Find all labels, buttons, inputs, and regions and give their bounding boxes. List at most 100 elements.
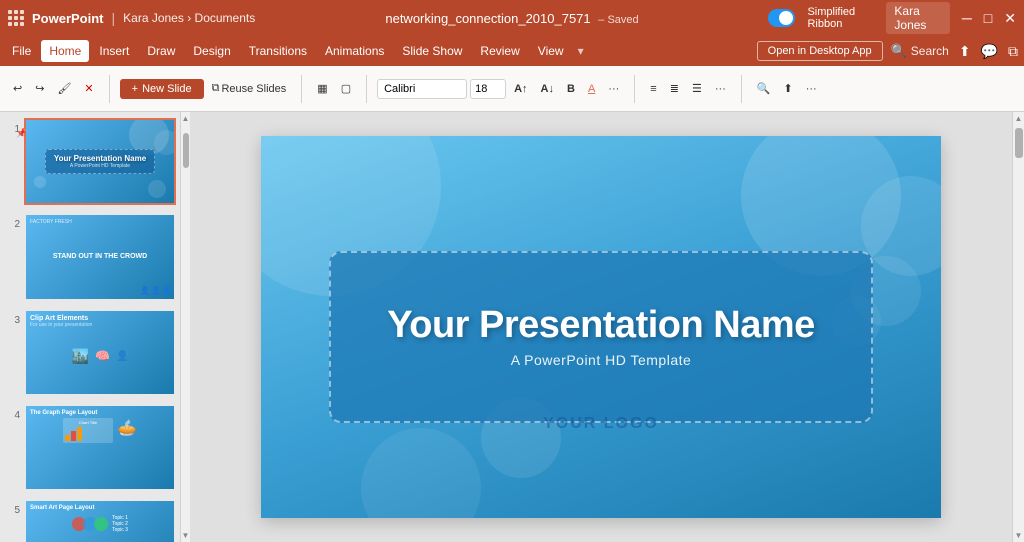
menu-item-file[interactable]: File [4, 40, 39, 62]
slide-5-title: Smart Art Page Layout [30, 505, 94, 511]
bold-button[interactable]: B [562, 80, 580, 98]
redo-button[interactable]: ↪ [30, 79, 49, 98]
main-scroll-down-arrow[interactable]: ▼ [1015, 531, 1023, 540]
comment-icon[interactable]: 💬 [979, 41, 1000, 62]
format-painter-button[interactable]: 🖌 [52, 79, 76, 98]
menu-item-review[interactable]: Review [472, 40, 527, 62]
menu-item-insert[interactable]: Insert [91, 40, 137, 62]
slide-4-bar-chart [65, 427, 111, 441]
slide-2-preview: FACTORY FRESH STAND OUT IN THE CROWD 👤👤👤 [26, 215, 174, 298]
search-icon: 🔍 [891, 43, 907, 59]
slide-1-container: 1 📌 Your Presentation Name A PowerPoint … [6, 118, 176, 205]
menu-item-slideshow[interactable]: Slide Show [394, 40, 470, 62]
present-icon[interactable]: ⧉ [1006, 41, 1020, 62]
ribbon-separator-2 [301, 75, 302, 103]
more-font-button[interactable]: ··· [603, 80, 624, 98]
maximize-button[interactable]: □ [984, 10, 992, 26]
slide-4-container: 4 The Graph Page Layout Chart Title [6, 404, 176, 491]
slide-2-number: 2 [6, 213, 20, 230]
main-scrollbar[interactable]: ▲ ▼ [1012, 112, 1024, 542]
title-bar-left: PowerPoint | Kara Jones › Documents [8, 10, 256, 26]
slide-1-thumb[interactable]: 📌 Your Presentation Name A PowerPoint HD… [24, 118, 176, 205]
align-button[interactable]: ☰ [687, 79, 707, 98]
font-name-input[interactable] [377, 79, 467, 99]
slide-2-thumb[interactable]: FACTORY FRESH STAND OUT IN THE CROWD 👤👤👤 [24, 213, 176, 300]
bar-1 [65, 435, 70, 441]
main-slide-subtitle: A PowerPoint HD Template [511, 352, 692, 368]
more-list-button[interactable]: ··· [710, 80, 731, 98]
layout-icon-2[interactable]: ▢ [336, 79, 356, 98]
slide-3-icons: 🏙️ 🧠 👤 [72, 348, 129, 365]
simplified-ribbon-label: Simplified Ribbon [807, 6, 874, 30]
minimize-button[interactable]: ─ [962, 10, 972, 26]
slide-background: Your Presentation Name A PowerPoint HD T… [261, 136, 941, 519]
slide-3-number: 3 [6, 309, 20, 326]
breadcrumb[interactable]: Kara Jones › Documents [123, 11, 255, 25]
scroll-track [181, 123, 190, 531]
new-slide-icon: + [132, 83, 138, 95]
highlight-button[interactable]: A [583, 80, 600, 98]
slide-title-banner: Your Presentation Name A PowerPoint HD T… [329, 251, 873, 423]
open-desktop-button[interactable]: Open in Desktop App [757, 41, 883, 61]
circle-deco-3 [148, 180, 166, 198]
menu-bar-icons: ⬆ 💬 ⧉ [957, 41, 1020, 62]
slide-3-preview: Clip Art Elements For use in your presen… [26, 311, 174, 394]
simplified-ribbon-toggle[interactable] [768, 9, 795, 27]
search-button[interactable]: 🔍 [752, 79, 776, 98]
ribbon-separator-5 [741, 75, 742, 103]
font-size-input[interactable] [470, 79, 506, 99]
menu-item-view[interactable]: View [530, 40, 572, 62]
insert-icon-button[interactable]: ⬆ [779, 79, 798, 98]
ribbon-font-group: A↑ A↓ B A ··· [377, 79, 624, 99]
menu-item-animations[interactable]: Animations [317, 40, 392, 62]
numbered-list-button[interactable]: ≣ [665, 79, 684, 98]
slide-1-preview: Your Presentation Name A PowerPoint HD T… [26, 120, 174, 203]
ribbon-undo-group: ↩ ↪ 🖌 ✕ [8, 79, 99, 98]
layout-icon-1[interactable]: ▦ [312, 79, 332, 98]
font-increase-button[interactable]: A↑ [509, 80, 532, 98]
new-slide-button[interactable]: + New Slide [120, 79, 204, 99]
title-bar-right: Simplified Ribbon Kara Jones ─ □ ✕ [768, 2, 1016, 34]
slide-4-number: 4 [6, 404, 20, 421]
menu-item-transitions[interactable]: Transitions [241, 40, 315, 62]
slide-canvas[interactable]: Your Presentation Name A PowerPoint HD T… [261, 136, 941, 519]
font-decrease-button[interactable]: A↓ [536, 80, 559, 98]
reuse-slides-button[interactable]: ⧉ Reuse Slides [207, 79, 292, 98]
app-grid-icon[interactable] [8, 10, 24, 26]
scroll-down-arrow[interactable]: ▼ [182, 531, 190, 540]
menu-item-draw[interactable]: Draw [139, 40, 183, 62]
slide-panel-scrollbar[interactable]: ▲ ▼ [180, 112, 190, 542]
bullet-list-button[interactable]: ≡ [645, 80, 661, 98]
slide-4-content: Chart Title 🥧 [63, 418, 137, 443]
undo-button[interactable]: ↩ [8, 79, 27, 98]
bar-3 [77, 427, 82, 441]
slide-4-preview: The Graph Page Layout Chart Title 🥧 [26, 406, 174, 489]
slide-5-content: Topic 1Topic 2Topic 3 [72, 515, 128, 533]
search-label[interactable]: Search [911, 44, 949, 58]
slide-4-pie: 🥧 [117, 418, 137, 443]
slide-5-preview: Smart Art Page Layout Topic 1Topic 2Topi… [26, 501, 174, 542]
main-scroll-up-arrow[interactable]: ▲ [1015, 114, 1023, 123]
slide-5-text: Topic 1Topic 2Topic 3 [112, 515, 128, 533]
slide-panel-wrapper: 1 📌 Your Presentation Name A PowerPoint … [0, 112, 190, 542]
slide-3-thumb[interactable]: Clip Art Elements For use in your presen… [24, 309, 176, 396]
close-button[interactable]: ✕ [1004, 10, 1016, 27]
share-icon[interactable]: ⬆ [957, 41, 973, 62]
main-slide-title: Your Presentation Name [387, 305, 815, 347]
user-name[interactable]: Kara Jones [886, 2, 949, 34]
scroll-up-arrow[interactable]: ▲ [182, 114, 190, 123]
menu-item-home[interactable]: Home [41, 40, 89, 62]
slide-panel: 1 📌 Your Presentation Name A PowerPoint … [0, 112, 180, 542]
ribbon-search-group: 🔍 ⬆ ··· [752, 79, 822, 98]
more-ribbon-button[interactable]: ··· [801, 80, 822, 98]
more-menu-icon[interactable]: ▾ [574, 44, 588, 58]
slide-1-thumb-subtitle: A PowerPoint HD Template [54, 163, 146, 169]
slide-5-thumb[interactable]: Smart Art Page Layout Topic 1Topic 2Topi… [24, 499, 176, 542]
logo-text: YOUR LOGO [543, 415, 659, 432]
delete-button[interactable]: ✕ [79, 79, 98, 98]
ribbon-separator-1 [109, 75, 110, 103]
menu-item-design[interactable]: Design [185, 40, 238, 62]
search-bar[interactable]: 🔍 Search [891, 43, 949, 59]
slide-4-thumb[interactable]: The Graph Page Layout Chart Title 🥧 [24, 404, 176, 491]
slide-1-thumb-title: Your Presentation Name [54, 154, 146, 163]
